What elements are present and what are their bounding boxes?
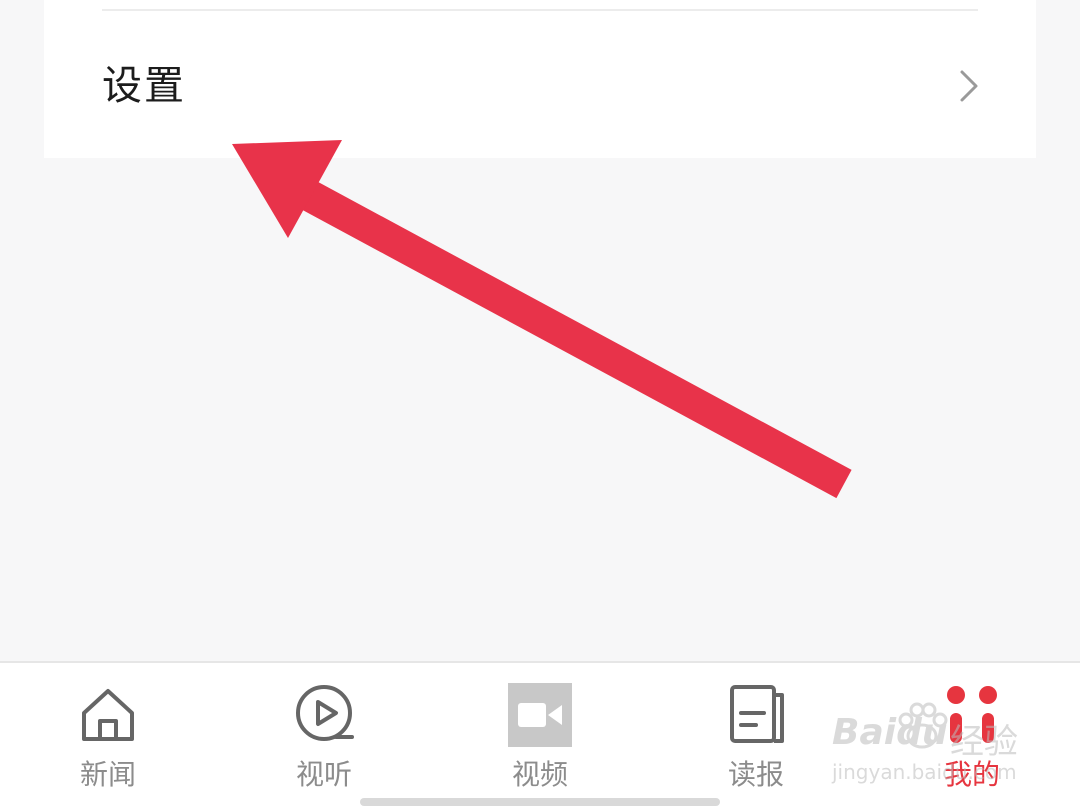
video-camera-icon (508, 683, 572, 747)
tab-audio-visual[interactable]: 视听 (216, 663, 432, 810)
bottom-tab-bar: 新闻 视听 视频 读报 我的 (0, 661, 1080, 810)
home-icon (82, 689, 134, 741)
home-indicator[interactable] (360, 798, 720, 806)
tab-label-read-paper: 读报 (727, 758, 784, 791)
divider (102, 9, 978, 11)
tab-news[interactable]: 新闻 (0, 663, 216, 810)
tab-video[interactable]: 视频 (432, 663, 648, 810)
user-dots-icon (947, 686, 997, 743)
settings-row[interactable]: 设置 (44, 30, 1036, 140)
tab-label-mine: 我的 (943, 758, 1000, 791)
tab-label-video: 视频 (511, 758, 568, 791)
settings-card: 设置 (44, 0, 1036, 158)
tab-label-news: 新闻 (79, 758, 136, 791)
tab-read-paper[interactable]: 读报 (648, 663, 864, 810)
chevron-right-icon (960, 70, 978, 102)
play-circle-icon (296, 685, 354, 741)
newspaper-icon (730, 685, 784, 743)
tab-mine[interactable]: 我的 (864, 663, 1080, 810)
settings-label: 设置 (102, 63, 186, 109)
tab-label-audio-visual: 视听 (295, 758, 352, 791)
